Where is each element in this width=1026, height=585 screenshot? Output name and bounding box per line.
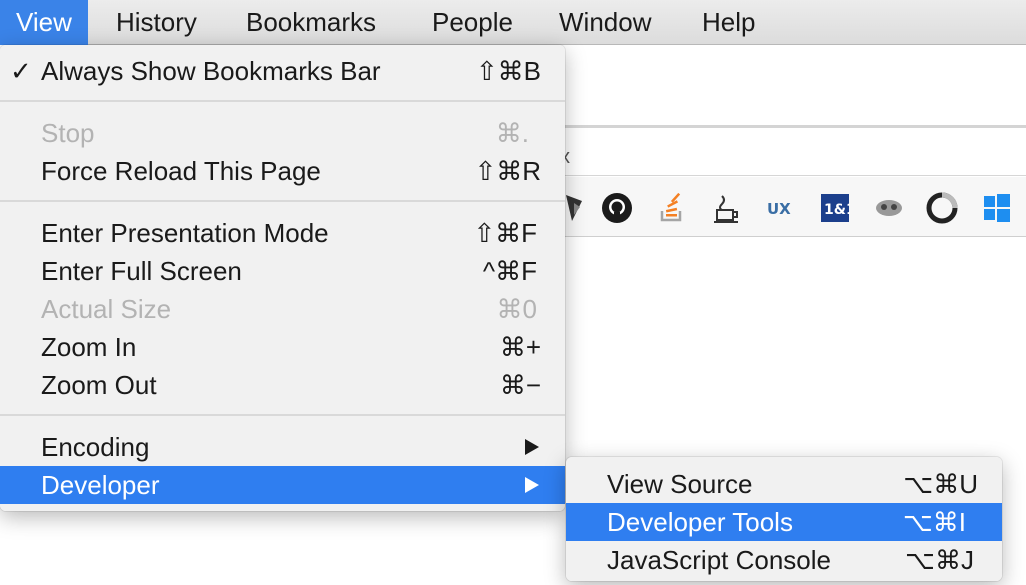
1and1-icon[interactable]: 1&1 <box>818 191 852 225</box>
github-icon[interactable] <box>600 191 634 225</box>
menu-item-developer-tools[interactable]: Developer Tools ⌥⌘I <box>566 503 1002 541</box>
plugin-icon[interactable] <box>872 191 906 225</box>
menu-item-stop: Stop ⌘. <box>0 114 565 152</box>
menu-item-label: Enter Full Screen <box>41 256 242 286</box>
menu-item-shortcut: ^⌘F <box>482 256 537 286</box>
submenu-arrow-icon <box>525 439 539 455</box>
menu-item-label: View Source <box>607 469 753 499</box>
menubar: View History Bookmarks People Window Hel… <box>0 0 1026 45</box>
menubar-view[interactable]: View <box>0 0 88 45</box>
coffee-cup-icon[interactable] <box>710 191 744 225</box>
menubar-bookmarks[interactable]: Bookmarks <box>230 0 392 45</box>
menu-item-shortcut: ⌘+ <box>499 332 541 362</box>
menu-item-developer[interactable]: Developer <box>0 466 565 504</box>
submenu-arrow-icon <box>525 477 539 493</box>
windows-icon[interactable] <box>980 191 1014 225</box>
menubar-help[interactable]: Help <box>686 0 771 45</box>
menu-item-shortcut: ⇧⌘B <box>475 56 541 86</box>
menubar-history[interactable]: History <box>100 0 213 45</box>
menu-item-shortcut: ⌘− <box>499 370 541 400</box>
menu-item-shortcut: ⌘. <box>495 118 529 148</box>
developer-submenu: View Source ⌥⌘U Developer Tools ⌥⌘I Java… <box>566 457 1002 581</box>
svg-text:UX: UX <box>767 200 791 218</box>
menubar-window[interactable]: Window <box>543 0 667 45</box>
menu-item-label: Developer Tools <box>607 507 793 537</box>
stack-overflow-icon[interactable] <box>655 191 689 225</box>
menu-item-label: JavaScript Console <box>607 545 831 575</box>
checkmark-icon: ✓ <box>10 56 32 86</box>
menu-item-shortcut: ⌥⌘U <box>903 469 978 499</box>
menu-item-shortcut: ⌥⌘J <box>905 545 974 575</box>
svg-text:1&1: 1&1 <box>824 202 850 218</box>
tab-strip <box>560 125 1026 128</box>
menu-item-label: Actual Size <box>41 294 172 324</box>
ux-icon[interactable]: UX <box>765 191 799 225</box>
menu-separator <box>0 100 565 102</box>
menu-item-shortcut: ⌥⌘I <box>902 507 966 537</box>
menu-item-view-source[interactable]: View Source ⌥⌘U <box>566 465 1002 503</box>
menu-item-enter-presentation-mode[interactable]: Enter Presentation Mode ⇧⌘F <box>0 214 565 252</box>
menu-item-label: Always Show Bookmarks Bar <box>41 56 381 86</box>
menu-item-label: Enter Presentation Mode <box>41 218 329 248</box>
menu-item-label: Developer <box>41 470 160 500</box>
menu-item-actual-size: Actual Size ⌘0 <box>0 290 565 328</box>
view-menu: ✓ Always Show Bookmarks Bar ⇧⌘B Stop ⌘. … <box>0 45 565 511</box>
address-bar[interactable]: x <box>560 138 1026 176</box>
menu-item-label: Zoom Out <box>41 370 157 400</box>
menu-item-shortcut: ⌘0 <box>496 294 537 324</box>
menu-item-label: Force Reload This Page <box>41 156 321 186</box>
menubar-people[interactable]: People <box>416 0 529 45</box>
menu-item-label: Zoom In <box>41 332 137 362</box>
menu-separator <box>0 200 565 202</box>
menu-item-always-show-bookmarks-bar[interactable]: ✓ Always Show Bookmarks Bar ⇧⌘B <box>0 52 565 90</box>
menu-item-shortcut: ⇧⌘R <box>474 156 541 186</box>
menu-item-shortcut: ⇧⌘F <box>473 218 537 248</box>
menu-item-encoding[interactable]: Encoding <box>0 428 565 466</box>
menu-item-zoom-in[interactable]: Zoom In ⌘+ <box>0 328 565 366</box>
menu-item-force-reload[interactable]: Force Reload This Page ⇧⌘R <box>0 152 565 190</box>
bookmarks-bar: UX 1&1 <box>560 177 1026 237</box>
menu-item-zoom-out[interactable]: Zoom Out ⌘− <box>0 366 565 404</box>
menu-item-label: Encoding <box>41 432 150 462</box>
menu-item-label: Stop <box>41 118 95 148</box>
menu-item-enter-full-screen[interactable]: Enter Full Screen ^⌘F <box>0 252 565 290</box>
menu-item-javascript-console[interactable]: JavaScript Console ⌥⌘J <box>566 541 1002 579</box>
menu-separator <box>0 414 565 416</box>
ring-icon[interactable] <box>925 191 959 225</box>
